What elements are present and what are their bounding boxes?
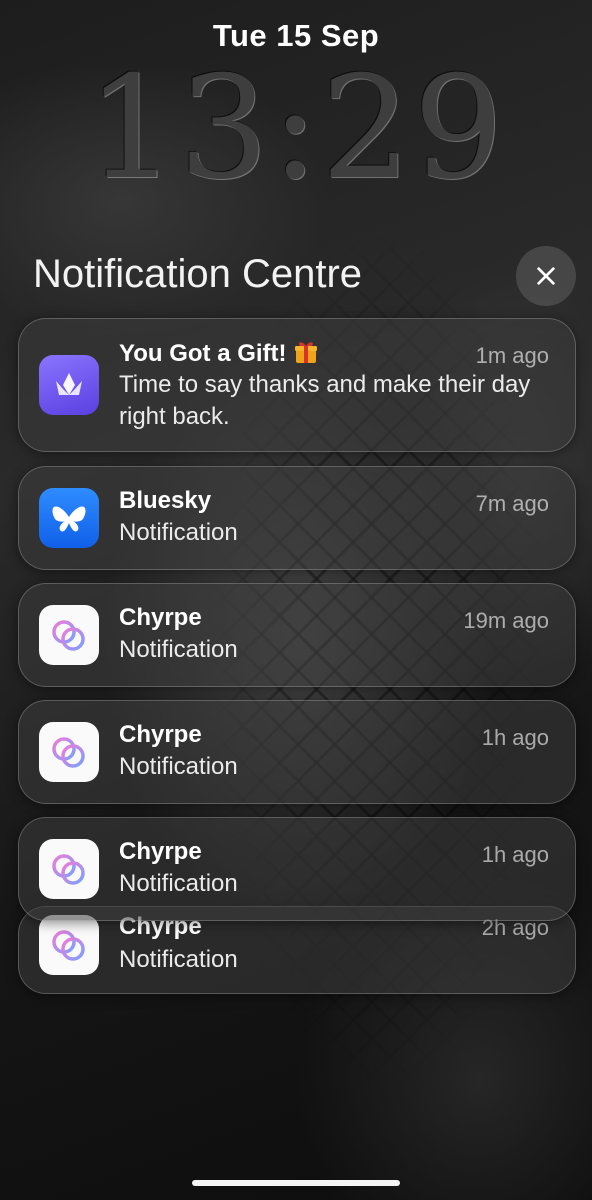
notification-app-name: Chyrpe — [119, 604, 202, 631]
notification-body: Notification — [119, 753, 238, 780]
close-notifications-button[interactable] — [516, 246, 576, 306]
notification-time: 1m ago — [475, 343, 549, 368]
butterfly-icon — [52, 506, 86, 532]
chyrpe-app-icon — [39, 722, 99, 782]
notification-card[interactable]: Chyrpe 19m ago Notification — [18, 583, 576, 687]
rings-icon — [52, 930, 85, 961]
chyrpe-app-icon — [39, 915, 99, 975]
notification-title: You Got a Gift! — [119, 339, 319, 368]
notification-card[interactable]: Chyrpe 1h ago Notification — [18, 817, 576, 921]
lock-screen-clock[interactable]: 13:29 — [0, 54, 592, 204]
home-indicator[interactable] — [192, 1180, 400, 1186]
notification-body: Time to say thanks and make their day ri… — [119, 371, 531, 430]
notification-card[interactable]: Bluesky 7m ago Notification — [18, 466, 576, 570]
crown-icon — [56, 373, 82, 395]
notification-time: 1h ago — [481, 842, 549, 867]
notification-centre-title: Notification Centre — [33, 252, 363, 296]
notification-time: 1h ago — [481, 725, 549, 750]
notification-card[interactable]: Chyrpe 1h ago Notification — [18, 700, 576, 804]
gift-icon — [294, 342, 317, 363]
gift-app-icon — [39, 355, 99, 415]
notification-body: Notification — [119, 870, 238, 897]
rings-icon — [52, 854, 85, 885]
notification-app-name: Chyrpe — [119, 721, 202, 748]
notification-body: Notification — [119, 946, 238, 973]
notification-title-text: You Got a Gift! — [119, 340, 287, 367]
close-icon — [537, 267, 555, 285]
chyrpe-app-icon — [39, 605, 99, 665]
bluesky-app-icon — [39, 488, 99, 548]
notification-body: Notification — [119, 519, 238, 546]
rings-icon — [52, 620, 85, 651]
notification-app-name: Bluesky — [119, 487, 212, 514]
notification-app-name: Chyrpe — [119, 838, 202, 865]
notification-time: 19m ago — [463, 608, 549, 633]
notification-card[interactable]: You Got a Gift! 1m ago Time to say thank… — [18, 318, 576, 452]
chyrpe-app-icon — [39, 839, 99, 899]
notification-body: Notification — [119, 636, 238, 663]
notification-time: 7m ago — [475, 491, 549, 516]
rings-icon — [52, 737, 85, 768]
